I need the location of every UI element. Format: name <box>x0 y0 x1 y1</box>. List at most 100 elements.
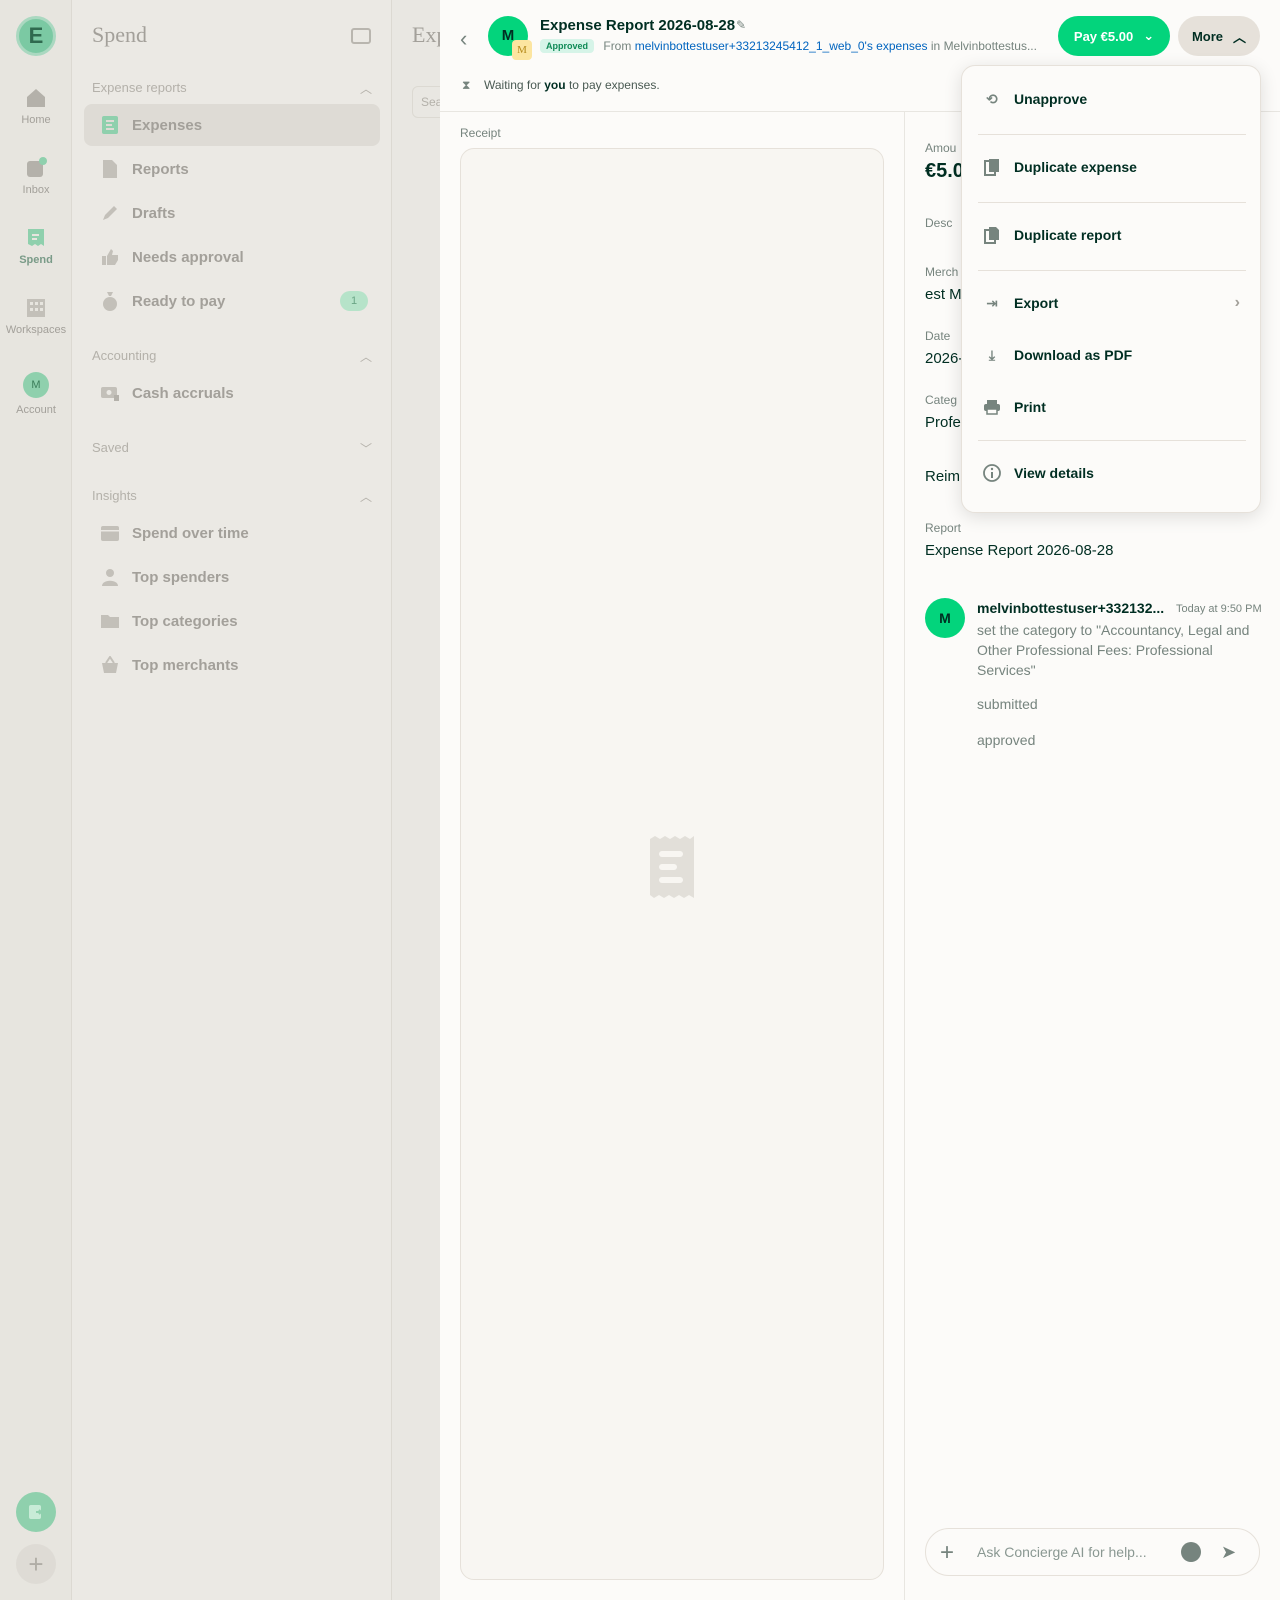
section-insights-label: Insights <box>92 488 137 503</box>
more-button[interactable]: More ︿ <box>1178 16 1260 56</box>
category-value[interactable]: Profe <box>925 414 961 431</box>
pencil-icon <box>100 203 120 223</box>
add-button[interactable]: + <box>16 1544 56 1584</box>
pencil-icon[interactable]: ✎ <box>736 18 746 32</box>
workspace-avatar: M <box>512 40 532 60</box>
menu-duplicate-expense-label: Duplicate expense <box>1014 159 1137 175</box>
home-icon <box>27 89 45 107</box>
rail-item-home[interactable]: Home <box>0 86 72 126</box>
sidebar-item-top-merchants-label: Top merchants <box>132 656 239 674</box>
document-icon <box>100 159 120 179</box>
section-expense-reports-label: Expense reports <box>92 80 187 95</box>
rail-spend-label: Spend <box>19 254 53 266</box>
undo-icon: ⟲ <box>986 90 998 107</box>
menu-divider <box>978 202 1246 203</box>
action-submitted: submitted <box>977 696 1038 712</box>
section-expense-reports[interactable]: Expense reports ︿ <box>92 80 372 96</box>
sidebar-item-needs-approval-label: Needs approval <box>132 248 244 266</box>
receipt-dropzone[interactable] <box>460 148 884 1580</box>
menu-item-export[interactable]: ⇥ Export › <box>962 280 1262 326</box>
menu-download-pdf-label: Download as PDF <box>1014 347 1133 363</box>
comment-timestamp: Today at 9:50 PM <box>1176 603 1262 615</box>
rail-home-label: Home <box>21 114 51 126</box>
rail-item-account[interactable]: M Account <box>0 372 72 416</box>
receipt-icon <box>28 229 44 246</box>
plus-icon[interactable]: + <box>940 1539 954 1567</box>
amount-label: Amou <box>925 141 957 155</box>
sidebar-item-top-merchants[interactable]: Top merchants <box>84 644 380 686</box>
from-prefix: From <box>603 39 632 53</box>
sidebar-item-cash-accruals-label: Cash accruals <box>132 384 234 402</box>
waiting-post: to pay expenses. <box>568 78 660 92</box>
expenses-list-pane: Exp Sea <box>392 0 440 1600</box>
from-link[interactable]: melvinbottestuser+33213245412_1_web_0's … <box>635 39 928 53</box>
menu-item-unapprove[interactable]: ⟲ Unapprove <box>962 76 1262 122</box>
action-approved: approved <box>977 732 1036 748</box>
menu-print-label: Print <box>1014 399 1046 415</box>
send-icon[interactable]: ➤ <box>1221 1542 1236 1563</box>
description-label[interactable]: Desc <box>925 216 952 230</box>
menu-item-download-pdf[interactable]: ⤓ Download as PDF <box>962 332 1262 378</box>
merchant-label: Merch <box>925 265 959 279</box>
chevron-up-icon: ︿ <box>359 82 372 96</box>
chevron-down-icon: ﹀ <box>359 442 372 456</box>
rail-item-inbox[interactable]: Inbox <box>0 156 72 196</box>
menu-item-print[interactable]: Print <box>962 384 1262 430</box>
merchant-value[interactable]: est M <box>925 286 962 303</box>
rail-item-workspaces[interactable]: Workspaces <box>0 296 72 336</box>
waiting-pre: Waiting for <box>484 78 541 92</box>
sidebar-item-drafts[interactable]: Drafts <box>84 192 380 234</box>
sidebar-item-top-spenders-label: Top spenders <box>132 568 230 586</box>
comment-avatar[interactable]: M <box>925 598 965 638</box>
folder-icon <box>100 611 120 631</box>
sidebar-item-needs-approval[interactable]: Needs approval <box>84 236 380 278</box>
plus-icon: + <box>28 1548 44 1579</box>
chevron-up-icon: ︿ <box>359 350 372 364</box>
category-label: Categ <box>925 393 958 407</box>
cash-icon <box>100 383 120 403</box>
emoji-icon[interactable] <box>1181 1542 1201 1562</box>
printer-icon <box>982 397 1002 417</box>
comment-text: set the category to "Accountancy, Legal … <box>977 622 1250 678</box>
column-divider <box>904 112 905 1600</box>
report-value[interactable]: Expense Report 2026-08-28 <box>925 542 1113 559</box>
sidebar-item-spend-over-time[interactable]: Spend over time <box>84 512 380 554</box>
section-insights[interactable]: Insights ︿ <box>92 488 372 504</box>
sidebar-item-cash-accruals[interactable]: Cash accruals <box>84 372 380 414</box>
chat-composer[interactable]: + Ask Concierge AI for help... ➤ <box>925 1528 1260 1576</box>
menu-item-duplicate-report[interactable]: Duplicate report <box>962 212 1262 258</box>
inbox-icon <box>27 157 47 177</box>
composer-placeholder[interactable]: Ask Concierge AI for help... <box>977 1544 1147 1560</box>
sidebar-item-expenses-label: Expenses <box>132 116 203 134</box>
comment-author[interactable]: melvinbottestuser+332132... <box>977 600 1167 616</box>
report-title[interactable]: Expense Report 2026-08-28 <box>540 17 735 34</box>
create-expense-button[interactable] <box>16 1492 56 1532</box>
back-chevron-icon[interactable]: ‹ <box>460 26 467 52</box>
sidebar-title: Spend <box>92 22 147 47</box>
collapse-sidebar-icon[interactable] <box>351 28 371 44</box>
sidebar-item-reports[interactable]: Reports <box>84 148 380 190</box>
date-value[interactable]: 2026- <box>925 350 963 367</box>
spend-sidebar: Spend Expense reports ︿ Expenses Reports… <box>72 0 392 1600</box>
amount-value[interactable]: €5.0 <box>925 160 964 183</box>
rail-workspaces-label: Workspaces <box>5 324 67 336</box>
section-accounting-label: Accounting <box>92 348 157 363</box>
rail-inbox-label: Inbox <box>22 184 50 196</box>
menu-item-duplicate-expense[interactable]: Duplicate expense <box>962 144 1262 190</box>
sidebar-item-top-spenders[interactable]: Top spenders <box>84 556 380 598</box>
sidebar-item-reports-label: Reports <box>132 160 189 178</box>
rail-item-spend[interactable]: Spend <box>0 226 72 266</box>
sidebar-item-top-categories[interactable]: Top categories <box>84 600 380 642</box>
search-input[interactable]: Sea <box>412 86 440 118</box>
pay-button[interactable]: Pay €5.00 ⌄ <box>1058 16 1170 56</box>
chevron-up-icon: ︿ <box>359 490 372 504</box>
sidebar-item-ready-to-pay[interactable]: Ready to pay 1 <box>84 280 380 322</box>
waiting-bold: you <box>544 78 566 92</box>
expenses-icon <box>100 115 120 135</box>
sidebar-item-expenses[interactable]: Expenses <box>84 104 380 146</box>
menu-item-view-details[interactable]: View details <box>962 450 1262 496</box>
section-accounting[interactable]: Accounting ︿ <box>92 348 372 364</box>
section-saved[interactable]: Saved ﹀ <box>92 440 372 456</box>
building-icon <box>27 299 45 317</box>
app-logo[interactable]: E <box>16 16 56 56</box>
